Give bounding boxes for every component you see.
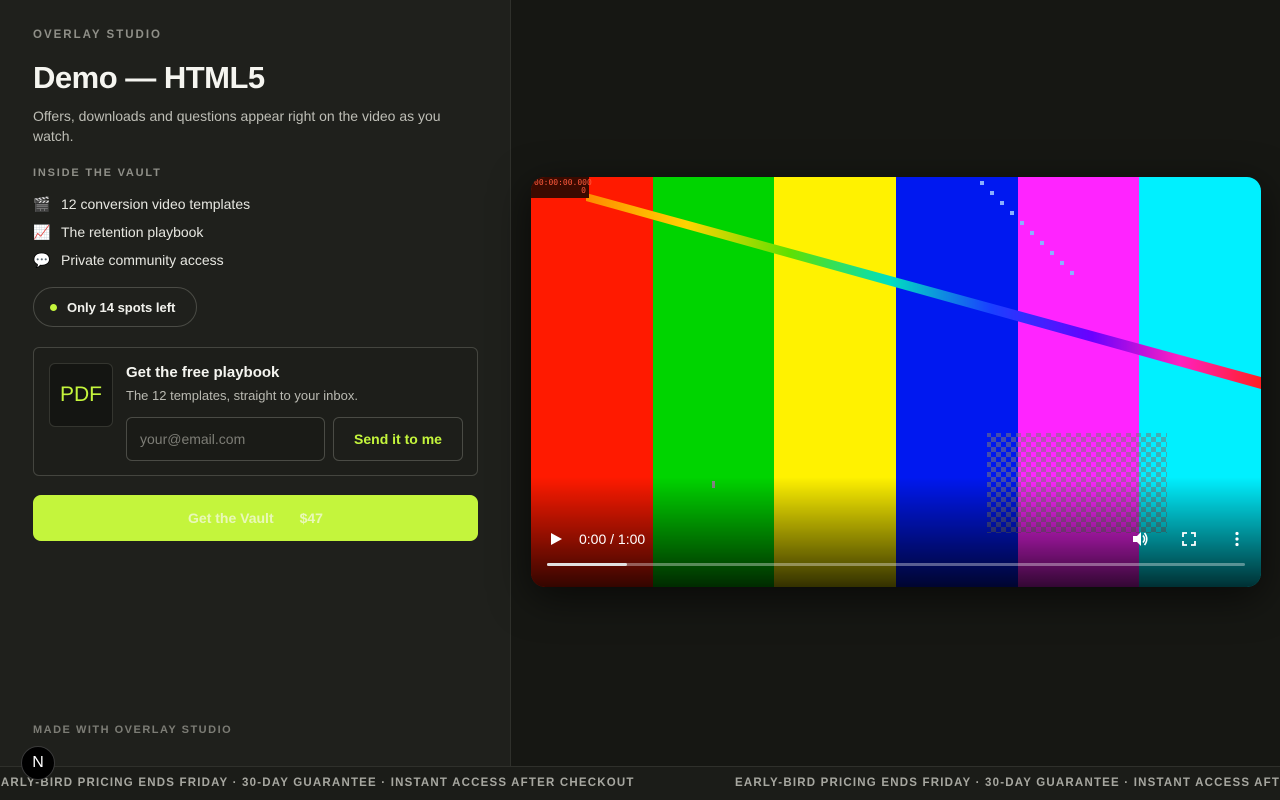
cta-price: $47 — [299, 510, 323, 526]
feature-label: The retention playbook — [61, 224, 204, 240]
ticker-text-repeat: EARLY-BIRD PRICING ENDS FRIDAY · 30-DAY … — [735, 777, 1280, 789]
made-with-label: MADE WITH OVERLAY STUDIO — [33, 724, 233, 736]
status-dot-icon — [50, 303, 57, 311]
announcement-ticker: EARLY-BIRD PRICING ENDS FRIDAY · 30-DAY … — [0, 766, 1280, 800]
feature-label: 12 conversion video templates — [61, 196, 251, 212]
ticker-text: EARLY-BIRD PRICING ENDS FRIDAY · 30-DAY … — [0, 777, 635, 789]
speech-bubble-icon: 💬 — [33, 251, 51, 268]
playbook-subtitle: The 12 templates, straight to your inbox… — [126, 388, 358, 403]
next-logo-icon[interactable]: N — [21, 746, 55, 780]
left-panel: OVERLAY STUDIO Demo — HTML5 Offers, down… — [0, 0, 511, 766]
pdf-icon: PDF — [49, 363, 113, 427]
more-options-icon[interactable] — [1228, 530, 1246, 548]
playbook-title: Get the free playbook — [126, 364, 280, 381]
fullscreen-icon[interactable] — [1180, 530, 1198, 548]
video-progress-bar[interactable] — [547, 563, 1245, 566]
page-title: Demo — HTML5 — [33, 60, 265, 95]
progress-fill — [547, 563, 628, 566]
video-controls: 0:00 / 1:00 — [531, 527, 1261, 551]
feature-list: 🎬 12 conversion video templates 📈 The re… — [33, 190, 250, 274]
time-display: 0:00 / 1:00 — [579, 531, 646, 547]
clapper-icon: 🎬 — [33, 195, 51, 212]
feature-label: Private community access — [61, 252, 224, 268]
play-icon[interactable] — [549, 532, 563, 546]
cta-label: Get the Vault — [188, 510, 274, 526]
vault-heading: INSIDE THE VAULT — [33, 167, 162, 179]
spots-left-badge: Only 14 spots left — [33, 287, 197, 327]
list-item: 📈 The retention playbook — [33, 218, 250, 246]
spots-left-label: Only 14 spots left — [67, 299, 176, 315]
playbook-card: PDF Get the free playbook The 12 templat… — [33, 347, 478, 476]
timecode-readout: 00:00:00.000 0 — [531, 177, 592, 198]
email-field[interactable] — [126, 417, 325, 461]
video-player[interactable]: 00:00:00.000 0 0:00 / 1:00 — [531, 177, 1261, 587]
volume-icon[interactable] — [1131, 530, 1149, 548]
brand-label: OVERLAY STUDIO — [33, 29, 162, 41]
send-playbook-button[interactable]: Send it to me — [333, 417, 463, 461]
chart-up-icon: 📈 — [33, 223, 51, 240]
list-item: 💬 Private community access — [33, 246, 250, 274]
list-item: 🎬 12 conversion video templates — [33, 190, 250, 218]
page-subtitle: Offers, downloads and questions appear r… — [33, 108, 441, 144]
get-vault-button[interactable]: Get the Vault $47 — [33, 495, 478, 541]
